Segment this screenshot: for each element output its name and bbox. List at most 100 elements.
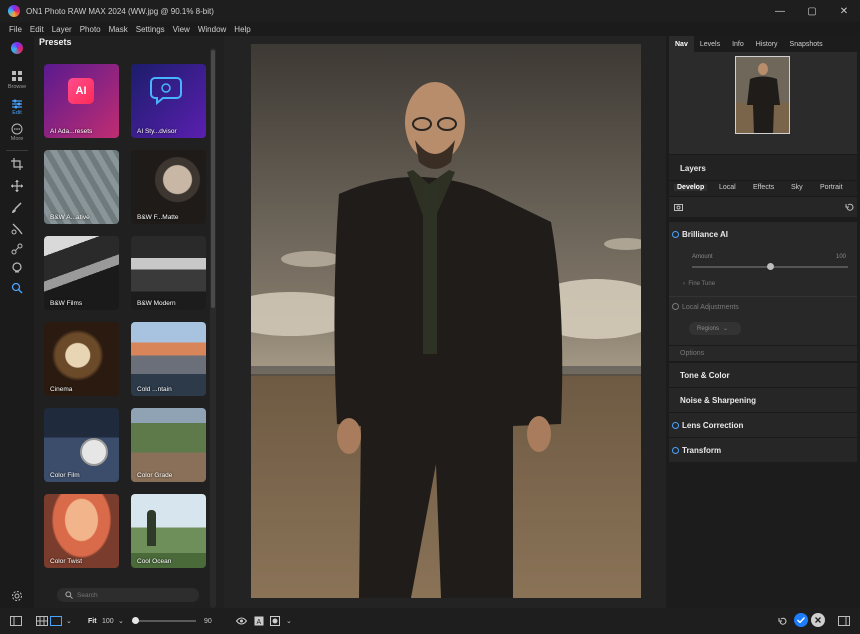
preset-tile[interactable]: Color Twist	[44, 494, 119, 568]
presets-title: Presets	[39, 37, 72, 47]
main-photo[interactable]	[251, 44, 641, 598]
preset-tile[interactable]: AI Sty...dvisor	[131, 64, 206, 138]
preset-tile[interactable]: Color Grade	[131, 408, 206, 482]
apply-check-button[interactable]	[794, 613, 808, 627]
menu-mask[interactable]: Mask	[109, 25, 128, 34]
zoom-slider-track[interactable]	[132, 620, 196, 622]
cancel-button[interactable]	[811, 613, 825, 627]
tab-effects[interactable]: Effects	[753, 184, 774, 191]
view-options-chevron-icon[interactable]: ⌄	[286, 614, 292, 628]
ai-chat-bubble-icon	[150, 77, 182, 106]
panel-toggle-icon[interactable]	[10, 614, 22, 628]
preset-tile[interactable]: B&W Films	[44, 236, 119, 310]
zoom-chevron-icon[interactable]: ⌄	[118, 614, 124, 628]
preset-tile[interactable]: Cool Ocean	[131, 494, 206, 568]
transform-move-icon[interactable]	[7, 176, 27, 196]
search-input[interactable]	[77, 591, 187, 599]
power-ring-icon[interactable]	[672, 231, 679, 238]
svg-text:A: A	[257, 619, 262, 626]
options-row[interactable]: Options	[669, 345, 857, 361]
local-adjustments-row[interactable]: Local Adjustments	[672, 303, 739, 311]
preset-tile[interactable]: Color Film	[44, 408, 119, 482]
brush-icon[interactable]	[7, 198, 27, 218]
right-panel: Nav Levels Info History Snapshots Layers…	[666, 36, 860, 608]
amount-value: 100	[836, 254, 847, 260]
mask-view-icon[interactable]	[270, 614, 280, 628]
tab-snapshots[interactable]: Snapshots	[784, 36, 829, 52]
browse-icon[interactable]	[7, 66, 27, 86]
masking-brush-icon[interactable]	[7, 219, 27, 239]
menu-view[interactable]: View	[173, 25, 190, 34]
develop-tabs: Develop Local Effects Sky Portrait	[669, 180, 857, 196]
menu-photo[interactable]: Photo	[80, 25, 101, 34]
camera-icon[interactable]	[674, 203, 683, 211]
menu-edit[interactable]: Edit	[30, 25, 44, 34]
tab-sky[interactable]: Sky	[791, 184, 803, 191]
retouch-icon[interactable]	[7, 239, 27, 259]
preset-tile[interactable]: Cinema	[44, 322, 119, 396]
transform-section[interactable]: Transform	[669, 437, 857, 462]
preset-tile[interactable]: B&W A...ative	[44, 150, 119, 224]
maximize-button[interactable]: ▢	[796, 0, 828, 22]
menu-window[interactable]: Window	[198, 25, 226, 34]
scale-dial-icon	[80, 438, 108, 466]
right-panel-toggle-icon[interactable]	[838, 614, 850, 628]
on1-logo-icon	[7, 38, 27, 58]
fine-tune-toggle[interactable]: › Fine Tune	[683, 281, 715, 287]
zoom-value[interactable]: 100	[102, 614, 114, 628]
preset-tile[interactable]: AI AI Ada...resets	[44, 64, 119, 138]
preset-label: Color Grade	[137, 472, 173, 479]
tab-nav[interactable]: Nav	[669, 36, 694, 52]
brilliance-ai-section[interactable]: Brilliance AI Amount 100 › Fine Tune Loc…	[669, 221, 857, 345]
tab-history[interactable]: History	[750, 36, 784, 52]
preview-eye-icon[interactable]	[236, 614, 247, 628]
tab-develop[interactable]: Develop	[674, 184, 708, 191]
clone-stamp-icon[interactable]	[7, 258, 27, 278]
close-window-button[interactable]: ✕	[828, 0, 860, 22]
presets-search-field[interactable]	[57, 588, 199, 602]
ai-search-icon[interactable]	[7, 278, 27, 298]
preset-tile[interactable]: B&W F...Matte	[131, 150, 206, 224]
reset-icon[interactable]	[845, 203, 854, 212]
noise-sharpening-section[interactable]: Noise & Sharpening	[669, 387, 857, 412]
menu-help[interactable]: Help	[234, 25, 250, 34]
tab-local[interactable]: Local	[719, 184, 736, 191]
view-chevron-icon[interactable]: ⌄	[66, 614, 72, 628]
menu-layer[interactable]: Layer	[52, 25, 72, 34]
minimize-button[interactable]: —	[764, 0, 796, 22]
fit-button[interactable]: Fit	[88, 614, 97, 628]
lens-correction-section[interactable]: Lens Correction	[669, 412, 857, 437]
preset-label: B&W F...Matte	[137, 214, 179, 221]
bottom-bar: ⌄ Fit 100 ⌄ 90 A ⌄	[0, 608, 860, 634]
edit-label: Edit	[12, 110, 22, 116]
menu-file[interactable]: File	[9, 25, 22, 34]
brilliance-ai-header[interactable]: Brilliance AI	[672, 230, 728, 239]
noise-sharpening-title: Noise & Sharpening	[680, 396, 757, 405]
undo-icon[interactable]	[778, 614, 787, 628]
tab-portrait[interactable]: Portrait	[820, 184, 843, 191]
amount-slider-handle[interactable]	[766, 263, 774, 270]
regions-label: Regions	[697, 325, 720, 332]
tab-levels[interactable]: Levels	[694, 36, 726, 52]
presets-scrollbar-thumb[interactable]	[211, 50, 215, 308]
preset-label: Color Film	[50, 472, 80, 479]
power-ring-icon[interactable]	[672, 447, 679, 454]
grid-view-icon[interactable]	[36, 614, 48, 628]
local-adjustments-ring-icon[interactable]	[672, 303, 679, 310]
single-view-icon[interactable]	[50, 614, 62, 628]
regions-dropdown[interactable]: Regions ⌄	[689, 322, 741, 335]
image-canvas[interactable]	[224, 36, 666, 608]
power-ring-icon[interactable]	[672, 422, 679, 429]
zoom-slider-handle[interactable]	[132, 617, 139, 624]
preset-tile[interactable]: B&W Modern	[131, 236, 206, 310]
tone-color-section[interactable]: Tone & Color	[669, 362, 857, 387]
crop-icon[interactable]	[7, 154, 27, 174]
layers-section[interactable]: Layers	[669, 154, 857, 180]
menu-settings[interactable]: Settings	[136, 25, 165, 34]
settings-gear-icon[interactable]	[7, 586, 27, 606]
preset-tile[interactable]: Cold ...ntain	[131, 322, 206, 396]
navigator-thumbnail[interactable]	[735, 56, 790, 134]
compare-icon[interactable]: A	[254, 614, 264, 628]
tab-info[interactable]: Info	[726, 36, 750, 52]
app-logo-icon	[8, 5, 20, 17]
